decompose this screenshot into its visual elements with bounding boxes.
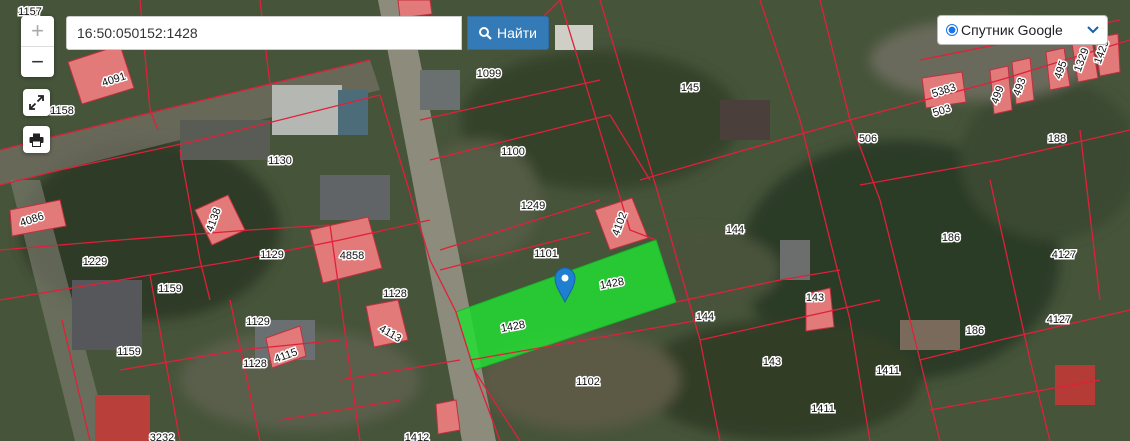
cadastral-number-search-input[interactable] (66, 16, 462, 50)
fullscreen-button[interactable] (23, 89, 50, 116)
plot-label: 143 (806, 292, 824, 304)
expand-icon (29, 95, 44, 110)
map-view[interactable]: 1157 4091 1099 145 1158 1100 506 188 1130 5383 503… (0, 0, 1130, 441)
plot-label: 1249 (521, 200, 545, 212)
plot-label: 186 (966, 325, 984, 337)
plot-label: 145 (681, 82, 699, 94)
plot-label: 1099 (477, 68, 501, 80)
plot-label: 1159 (158, 283, 182, 295)
plot-label: 188 (1048, 133, 1066, 145)
plot-label: 506 (859, 133, 877, 145)
map-layer-select[interactable]: Спутник Google (937, 15, 1108, 45)
plot-label: 1129 (246, 316, 270, 328)
plot-label: 144 (726, 224, 744, 236)
radio-selected-icon (946, 24, 958, 36)
search-button[interactable]: Найти (467, 16, 549, 50)
map-layer-label: Спутник Google (961, 22, 1063, 38)
plot-label: 1128 (243, 358, 267, 370)
plot-label: 3232 (150, 432, 174, 441)
plot-label: 4858 (340, 250, 364, 262)
plot-label: 1412 (405, 432, 429, 441)
plot-label: 1158 (50, 105, 74, 117)
plot-label: 1411 (811, 403, 835, 415)
zoom-out-button[interactable]: − (21, 47, 54, 77)
satellite-map[interactable]: 11574091 109914511581100506 18811305383503… (0, 0, 1130, 441)
plot-label: 1129 (260, 249, 284, 261)
search-icon (479, 26, 492, 40)
plot-label: 1102 (576, 376, 600, 388)
plot-label: 144 (696, 311, 714, 323)
chevron-down-icon (1087, 26, 1099, 34)
plot-label: 1159 (117, 346, 141, 358)
plot-label: 1100 (501, 146, 525, 158)
print-button[interactable] (23, 126, 50, 153)
plot-label: 4127 (1052, 249, 1076, 261)
plot-label: 186 (942, 232, 960, 244)
plot-label: 1128 (383, 288, 407, 300)
zoom-in-button[interactable]: + (21, 16, 54, 47)
plot-label: 1130 (268, 155, 292, 167)
plot-label: 1101 (534, 248, 558, 260)
printer-icon (29, 133, 44, 147)
plot-label: 4127 (1047, 314, 1071, 326)
search-button-label: Найти (497, 25, 537, 41)
plot-label: 1229 (83, 256, 107, 268)
plot-label: 143 (763, 356, 781, 368)
plot-label: 1411 (876, 365, 900, 377)
zoom-control: + − (21, 16, 54, 77)
